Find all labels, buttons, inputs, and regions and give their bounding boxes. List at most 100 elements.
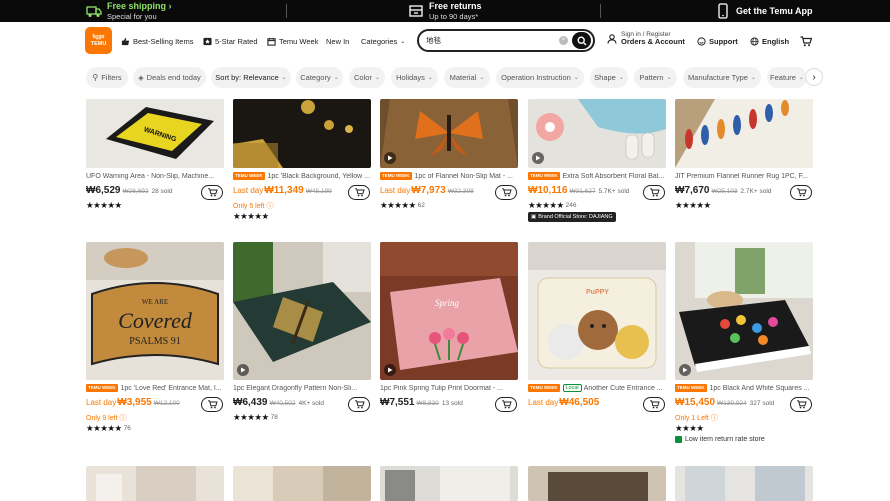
chip-sort-by[interactable]: Sort by: Relevance ⌄ [211, 67, 291, 88]
search-input[interactable] [426, 34, 556, 47]
price: ₩6,439 [233, 397, 268, 408]
nav-categories[interactable]: Categories ⌄ [361, 22, 405, 60]
play-icon[interactable] [237, 364, 249, 376]
product-title[interactable]: UFO Warning Area - Non-Slip, Machine... [86, 171, 224, 181]
product-image[interactable] [675, 242, 813, 380]
get-app-promo[interactable]: Get the Temu App [715, 0, 813, 22]
product-title[interactable]: JIT Premium Flannel Runner Rug 1PC, F... [675, 171, 813, 181]
original-price: ₩8,830 [416, 400, 439, 407]
add-to-cart-button[interactable] [643, 397, 665, 412]
chip-deals-end-today[interactable]: ◈ Deals end today [133, 67, 206, 88]
store-icon [675, 436, 682, 443]
chevron-down-icon: ⌄ [750, 75, 756, 81]
chip-label: Pattern [639, 73, 664, 82]
price: ₩7,973 [411, 185, 446, 196]
chip-color[interactable]: Color ⌄ [349, 67, 385, 88]
language-selector[interactable]: English [750, 22, 789, 60]
product-image[interactable]: WARNING [86, 99, 224, 168]
play-icon[interactable] [532, 152, 544, 164]
title-text: Another Cute Entrance ... [583, 384, 663, 392]
original-price: ₩26,692 [122, 188, 149, 195]
product-image[interactable] [675, 466, 813, 501]
product-image[interactable] [86, 466, 224, 501]
search-button[interactable] [572, 32, 591, 49]
play-icon[interactable] [384, 364, 396, 376]
chip-manufacture-type[interactable]: Manufacture Type ⌄ [683, 67, 761, 88]
product-image[interactable] [380, 466, 518, 501]
add-to-cart-button[interactable] [790, 397, 812, 412]
product-title[interactable]: 1pc Elegant Dragonfly Pattern Non-Sli... [233, 383, 371, 393]
product-title[interactable]: TEMU WEEK 1pc of Flannel Non-Slip Mat - .… [380, 171, 518, 181]
product-title[interactable]: 1pc Pink Spring Tulip Print Doormat - ..… [380, 383, 518, 393]
chip-feature[interactable]: Feature ⌄ [767, 67, 807, 88]
thumbs-up-icon [121, 37, 130, 45]
product-image[interactable] [528, 466, 666, 501]
nav-temu-week[interactable]: Temu Week [267, 22, 318, 60]
chip-material[interactable]: Material ⌄ [444, 67, 490, 88]
product-image[interactable]: PuPPY [528, 242, 666, 380]
add-to-cart-button[interactable] [495, 397, 517, 412]
product-image[interactable] [233, 242, 371, 380]
add-to-cart-button[interactable] [790, 185, 812, 200]
add-to-cart-button[interactable] [348, 397, 370, 412]
filters-button[interactable]: ⚲ Filters [86, 67, 128, 88]
globe-icon [750, 36, 759, 46]
svg-text:Covered: Covered [118, 308, 193, 333]
search-bar: × [417, 29, 595, 52]
chip-shape[interactable]: Shape ⌄ [590, 67, 628, 88]
nav-label: New In [326, 36, 350, 46]
product-title[interactable]: TEMU WEEK 1pc 'Black Background, Yellow .… [233, 171, 371, 181]
free-shipping-promo[interactable]: Free shipping › Special for you [86, 0, 172, 22]
product-image[interactable] [528, 99, 666, 168]
free-returns-promo[interactable]: Free returns Up to 90 days* [408, 0, 482, 22]
rating: ★★★★★ 62 [380, 201, 425, 210]
price-row: ₩15,450 ₩139,924 327 sold [675, 397, 795, 411]
add-to-cart-button[interactable] [201, 185, 223, 200]
chip-operation-instruction[interactable]: Operation Instruction ⌄ [496, 67, 584, 88]
brand-store-badge[interactable]: ▣ Brand Official Store: DAJIANG [528, 212, 616, 222]
support-label: Support [709, 36, 738, 46]
price-row: ₩7,670 ₩25,103 2.7K+ sold [675, 185, 795, 199]
nav-new-in[interactable]: New In [326, 22, 349, 60]
play-icon[interactable] [679, 364, 691, 376]
chevron-down-icon: ⌄ [281, 75, 287, 81]
rating: ★★★★ [675, 424, 704, 433]
temu-week-badge: TEMU WEEK [380, 172, 412, 180]
clear-icon[interactable]: × [559, 36, 568, 45]
add-to-cart-button[interactable] [495, 185, 517, 200]
product-image[interactable] [233, 466, 371, 501]
support-link[interactable]: Support [697, 22, 738, 60]
local-badge: Local [562, 383, 582, 393]
cart-plus-icon [354, 188, 365, 197]
play-icon[interactable] [384, 152, 396, 164]
product-title[interactable]: TEMU WEEK Extra Soft Absorbent Floral Bat… [528, 171, 666, 181]
add-to-cart-button[interactable] [348, 185, 370, 200]
rating: ★★★★★ 78 [233, 413, 278, 422]
product-image[interactable] [675, 99, 813, 168]
promo-bar: Free shipping › Special for you Free ret… [0, 0, 890, 22]
account-menu[interactable]: Sign in / Register Orders & Account [607, 31, 685, 46]
product-image[interactable]: WE ARE Covered PSALMS 91 [86, 242, 224, 380]
chevron-right-icon[interactable]: › [805, 68, 823, 86]
chevron-down-icon: ⌄ [427, 75, 433, 81]
add-to-cart-button[interactable] [643, 185, 665, 200]
calendar-icon [267, 37, 276, 46]
product-image[interactable] [380, 99, 518, 168]
product-image[interactable]: Spring [380, 242, 518, 380]
chevron-down-icon: ⌄ [333, 75, 339, 81]
product-title[interactable]: TEMU WEEK 1pc 'Love Red' Entrance Mat, I.… [86, 383, 224, 393]
chip-holidays[interactable]: Holidays ⌄ [391, 67, 438, 88]
cart-button[interactable] [800, 22, 812, 60]
product-title[interactable]: TEMU WEEK 1pc Black And White Squares ... [675, 383, 813, 393]
chip-pattern[interactable]: Pattern ⌄ [634, 67, 677, 88]
chip-category[interactable]: Category ⌄ [296, 67, 343, 88]
language-label: English [762, 36, 790, 46]
nav-five-star[interactable]: 5-Star Rated [203, 22, 258, 60]
original-price: ₩12,100 [153, 400, 180, 407]
product-title[interactable]: TEMU WEEK Local Another Cute Entrance ... [528, 383, 666, 393]
nav-best-selling[interactable]: Best-Selling Items [121, 22, 193, 60]
add-to-cart-button[interactable] [201, 397, 223, 412]
product-image[interactable] [233, 99, 371, 168]
temu-logo[interactable]: ხცვი TEMU [85, 27, 112, 54]
filter-icon: ⚲ [92, 73, 99, 82]
